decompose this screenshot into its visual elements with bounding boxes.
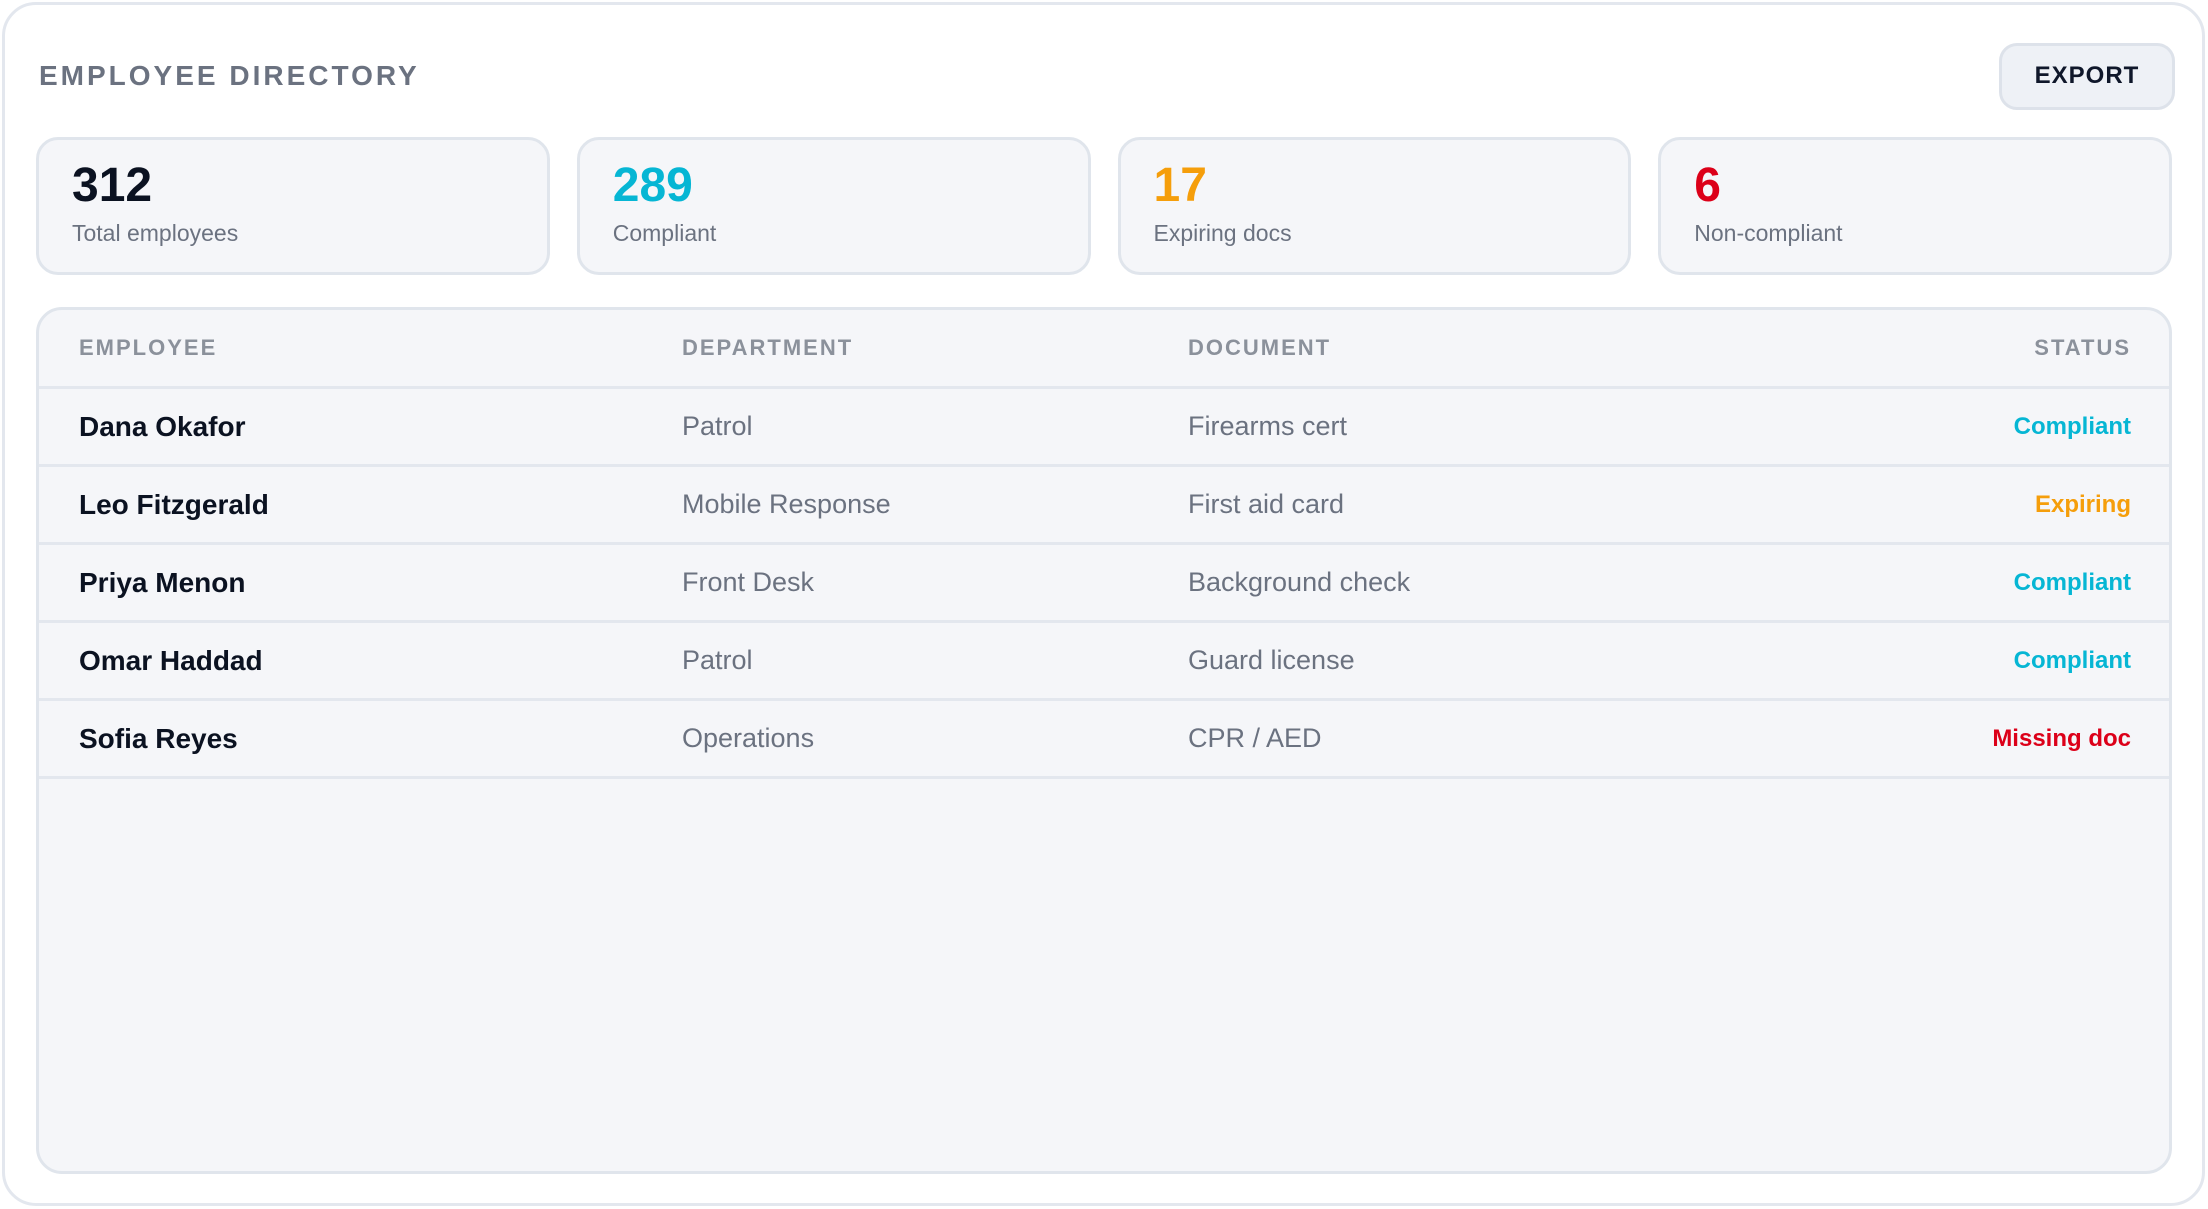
stat-label: Expiring docs [1153, 220, 1292, 246]
export-button[interactable]: EXPORT [1999, 42, 2175, 110]
page-header: EMPLOYEE DIRECTORY EXPORT [39, 41, 2175, 111]
stats-row: 312 Total employees 289 Compliant 17 Exp… [36, 137, 2172, 275]
status-badge: Expiring [2034, 490, 2131, 518]
stat-card-expiring: 17 Expiring docs [1117, 137, 1632, 275]
stat-value: 6 [1694, 159, 1721, 212]
employee-name: Omar Haddad [79, 644, 263, 676]
column-header-department[interactable]: DEPARTMENT [682, 335, 1188, 361]
stat-card-compliant: 289 Compliant [576, 137, 1091, 275]
column-header-employee[interactable]: EMPLOYEE [79, 335, 682, 361]
stat-value: 289 [612, 159, 693, 212]
employee-name: Sofia Reyes [79, 722, 238, 754]
stat-value: 312 [72, 159, 153, 212]
department-cell: Patrol [682, 411, 753, 441]
stat-value: 17 [1153, 159, 1207, 212]
status-badge: Compliant [2013, 568, 2131, 596]
document-cell: First aid card [1188, 489, 1345, 519]
stat-label: Compliant [612, 220, 717, 246]
stat-card-noncompliant: 6 Non-compliant [1658, 137, 2172, 275]
department-cell: Front Desk [682, 567, 815, 597]
stat-label: Non-compliant [1694, 220, 1843, 246]
document-cell: CPR / AED [1188, 723, 1322, 753]
department-cell: Mobile Response [682, 489, 891, 519]
employee-name: Dana Okafor [79, 410, 246, 442]
employee-name: Priya Menon [79, 566, 246, 598]
table-row[interactable]: Priya Menon Front Desk Background check … [39, 545, 2169, 623]
page-title: EMPLOYEE DIRECTORY [39, 60, 420, 91]
employee-name: Leo Fitzgerald [79, 488, 269, 520]
document-cell: Firearms cert [1188, 411, 1348, 441]
document-cell: Guard license [1188, 645, 1355, 675]
status-badge: Compliant [2013, 646, 2131, 674]
column-header-status[interactable]: STATUS [1831, 335, 2131, 361]
status-badge: Compliant [2013, 412, 2131, 440]
table-row[interactable]: Leo Fitzgerald Mobile Response First aid… [39, 467, 2169, 545]
table-row[interactable]: Omar Haddad Patrol Guard license Complia… [39, 623, 2169, 701]
table-header-row: EMPLOYEE DEPARTMENT DOCUMENT STATUS [39, 310, 2169, 389]
table-row[interactable]: Dana Okafor Patrol Firearms cert Complia… [39, 389, 2169, 467]
department-cell: Patrol [682, 645, 753, 675]
stat-label: Total employees [72, 220, 239, 246]
stat-card-total: 312 Total employees [36, 137, 550, 275]
status-badge: Missing doc [1992, 724, 2131, 752]
employee-table: EMPLOYEE DEPARTMENT DOCUMENT STATUS Dana… [36, 307, 2172, 1174]
document-cell: Background check [1188, 567, 1411, 597]
column-header-document[interactable]: DOCUMENT [1188, 335, 1831, 361]
table-row[interactable]: Sofia Reyes Operations CPR / AED Missing… [39, 701, 2169, 779]
department-cell: Operations [682, 723, 815, 753]
